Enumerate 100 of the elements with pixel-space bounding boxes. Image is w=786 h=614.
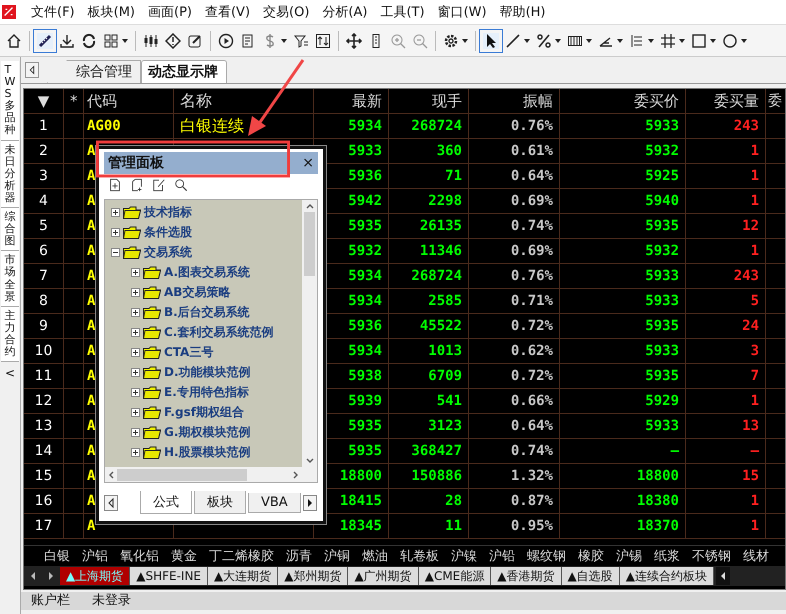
table-cell: 18380 [560, 489, 686, 513]
market-tab[interactable]: ▲SHFE-INE [130, 567, 208, 585]
market-tab[interactable]: ▲CME能源 [418, 567, 492, 585]
table-cell: 1 [686, 164, 766, 188]
menu-item[interactable]: 分析(A) [317, 3, 372, 21]
category-link[interactable]: 氧化铝 [120, 547, 159, 565]
table-cell: 11346 [389, 239, 469, 263]
table-cell: 16 [24, 489, 64, 513]
close-button[interactable]: × [302, 155, 314, 171]
category-link[interactable]: 橡胶 [578, 547, 604, 565]
column-header[interactable]: 委买价 [560, 89, 686, 113]
panel-tab[interactable]: VBA [248, 492, 301, 512]
market-tab[interactable]: ▲广州期货 [348, 567, 419, 585]
category-link[interactable]: 沪铜 [324, 547, 350, 565]
category-link[interactable]: 白银 [44, 547, 70, 565]
category-link[interactable]: 不锈钢 [692, 547, 731, 565]
table-cell: 3 [686, 339, 766, 363]
table-cell: — [560, 439, 686, 463]
table-cell: 26135 [389, 214, 469, 238]
menu-item[interactable]: 工具(T) [375, 3, 430, 21]
category-link[interactable]: 燃油 [362, 547, 388, 565]
market-tab[interactable]: ▲香港期货 [491, 567, 562, 585]
side-tab[interactable]: 综合图 [1, 208, 19, 252]
column-header[interactable]: * [64, 89, 84, 113]
menu-item[interactable]: 交易(O) [258, 3, 314, 21]
table-cell: 13 [686, 414, 766, 438]
table-cell: 10 [24, 339, 64, 363]
table-cell: 71 [389, 164, 469, 188]
table-cell: 1 [686, 139, 766, 163]
table-cell: 0.74% [469, 214, 560, 238]
menu-item[interactable]: 窗口(W) [432, 3, 492, 21]
table-cell: 5940 [560, 189, 686, 213]
table-cell: 1 [686, 239, 766, 263]
table-cell: 6709 [389, 364, 469, 388]
table-cell: 268724 [389, 114, 469, 138]
collapse-button[interactable]: < [4, 366, 16, 380]
category-link[interactable]: 沪锡 [616, 547, 642, 565]
column-header[interactable]: 代码 [84, 89, 174, 113]
category-link[interactable]: 沥青 [286, 547, 312, 565]
market-tab[interactable]: ▲连续合约板块 [620, 567, 714, 585]
side-tab[interactable]: TWS多品种 [1, 61, 19, 141]
category-link[interactable]: 沪铅 [489, 547, 515, 565]
table-cell: 5 [686, 289, 766, 313]
panel-tab[interactable]: 公式 [140, 491, 192, 514]
category-link[interactable]: 丁二烯橡胶 [209, 547, 274, 565]
table-cell: 3 [24, 164, 64, 188]
menu-item[interactable]: 板块(M) [82, 3, 140, 21]
table-cell: 1 [24, 114, 64, 138]
category-link[interactable]: 纸浆 [654, 547, 680, 565]
table-cell: 368427 [389, 439, 469, 463]
side-tab[interactable]: 未日分析器 [1, 140, 19, 208]
table-cell: 2298 [389, 189, 469, 213]
table-cell: 5935 [560, 364, 686, 388]
category-link[interactable]: 黄金 [171, 547, 197, 565]
column-header[interactable]: 现手 [389, 89, 469, 113]
category-link[interactable]: 沪铝 [82, 547, 108, 565]
table-cell: 5925 [560, 164, 686, 188]
market-tab[interactable]: ▲大连期货 [208, 567, 278, 585]
menu-item[interactable]: 文件(F) [26, 3, 80, 21]
table-cell: 268724 [389, 264, 469, 288]
menu-item[interactable]: 画面(P) [143, 3, 197, 21]
table-cell: 5933 [560, 414, 686, 438]
table-cell: 5929 [560, 389, 686, 413]
market-tab[interactable]: ▲郑州期货 [278, 567, 348, 585]
category-link[interactable]: 沪镍 [451, 547, 477, 565]
table-cell: 18800 [560, 464, 686, 488]
table-cell: 6 [24, 239, 64, 263]
category-link[interactable]: 轧卷板 [400, 547, 439, 565]
table-cell: 5933 [560, 339, 686, 363]
view-tab[interactable]: 综合管理 [47, 60, 141, 83]
table-cell: 1 [686, 514, 766, 538]
table-cell: 45522 [389, 314, 469, 338]
category-link[interactable]: 线材 [743, 547, 769, 565]
table-cell: 15 [24, 464, 64, 488]
table-cell: 2 [24, 139, 64, 163]
table-cell: 5935 [560, 214, 686, 238]
column-header[interactable]: 委买量 [686, 89, 766, 113]
menu-item[interactable]: 查看(V) [200, 3, 256, 21]
table-cell: 0.62% [469, 339, 560, 363]
menu-item[interactable]: 帮助(H) [494, 3, 550, 21]
side-tab[interactable]: 市场全景 [1, 251, 19, 307]
market-tab[interactable]: ▲自选股 [562, 567, 620, 585]
table-cell: 0.74% [469, 439, 560, 463]
column-header[interactable]: 委 [766, 89, 785, 113]
category-link[interactable]: 螺纹钢 [527, 547, 566, 565]
column-header[interactable]: 振幅 [469, 89, 560, 113]
table-cell: 9 [24, 314, 64, 338]
panel-tab[interactable]: 板块 [194, 491, 246, 514]
table-cell: 11 [24, 364, 64, 388]
side-tab[interactable]: 主力合约 [1, 306, 19, 362]
market-tab[interactable]: ▲上海期货 [60, 567, 130, 585]
table-cell: 13 [24, 414, 64, 438]
column-header[interactable]: 最新 [314, 89, 389, 113]
table-cell: 5932 [560, 239, 686, 263]
column-header[interactable]: 名称 [174, 89, 314, 113]
table-cell: 1 [686, 489, 766, 513]
table-cell: 150886 [389, 464, 469, 488]
view-tab[interactable]: 动态显示牌 [141, 60, 227, 83]
column-header[interactable]: ▼ [24, 89, 64, 113]
table-cell: — [686, 439, 766, 463]
